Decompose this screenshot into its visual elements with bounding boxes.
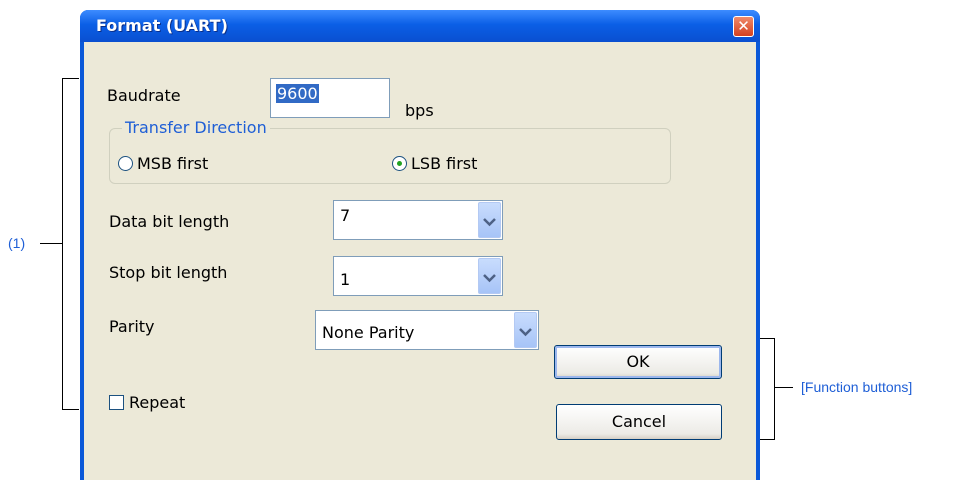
title-bar[interactable]: Format (UART) ✕: [80, 10, 760, 42]
data-bit-length-dropdown-button[interactable]: [478, 202, 501, 238]
annotation-bracket-1: [62, 78, 79, 410]
parity-select[interactable]: None Parity: [315, 310, 539, 350]
ok-button[interactable]: OK: [554, 345, 722, 379]
lsb-first-radio[interactable]: [392, 156, 407, 171]
chevron-down-icon: [483, 218, 496, 227]
annotation-line-1: [40, 243, 62, 244]
data-bit-length-label: Data bit length: [109, 212, 230, 231]
stop-bit-length-value: 1: [340, 270, 351, 289]
chevron-down-icon: [519, 328, 532, 337]
baudrate-label: Baudrate: [107, 86, 181, 105]
baudrate-unit: bps: [405, 101, 434, 120]
lsb-first-label[interactable]: LSB first: [411, 154, 477, 173]
annotation-line-function-buttons: [775, 387, 793, 388]
parity-dropdown-button[interactable]: [514, 312, 537, 348]
annotation-section-1: (1): [8, 235, 26, 251]
parity-label: Parity: [109, 317, 155, 336]
baudrate-input[interactable]: 9600: [270, 78, 390, 118]
annotation-bracket-function-buttons: [760, 338, 775, 440]
stop-bit-length-label: Stop bit length: [109, 263, 228, 282]
dialog-client-area: Baudrate 9600 bps Transfer Direction MSB…: [84, 42, 756, 480]
data-bit-length-value: 7: [340, 206, 351, 225]
close-button[interactable]: ✕: [733, 16, 754, 37]
transfer-direction-title: Transfer Direction: [122, 118, 270, 137]
window-title: Format (UART): [96, 16, 228, 35]
data-bit-length-select[interactable]: 7: [333, 200, 503, 240]
cancel-button-label: Cancel: [611, 412, 667, 431]
baudrate-value: 9600: [276, 84, 319, 103]
radio-selected-dot: [397, 161, 402, 166]
repeat-label[interactable]: Repeat: [129, 393, 185, 412]
parity-value: None Parity: [322, 323, 415, 342]
annotation-function-buttons: [Function buttons]: [801, 379, 913, 395]
msb-first-label[interactable]: MSB first: [137, 154, 208, 173]
chevron-down-icon: [483, 274, 496, 283]
ok-button-label: OK: [626, 352, 650, 371]
stop-bit-length-select[interactable]: 1: [333, 256, 503, 296]
stop-bit-length-dropdown-button[interactable]: [478, 258, 501, 294]
format-uart-dialog: Format (UART) ✕ Baudrate 9600 bps Transf…: [80, 10, 760, 480]
repeat-checkbox[interactable]: [109, 395, 124, 410]
close-icon: ✕: [737, 17, 750, 35]
msb-first-radio[interactable]: [118, 156, 133, 171]
cancel-button[interactable]: Cancel: [556, 404, 722, 440]
